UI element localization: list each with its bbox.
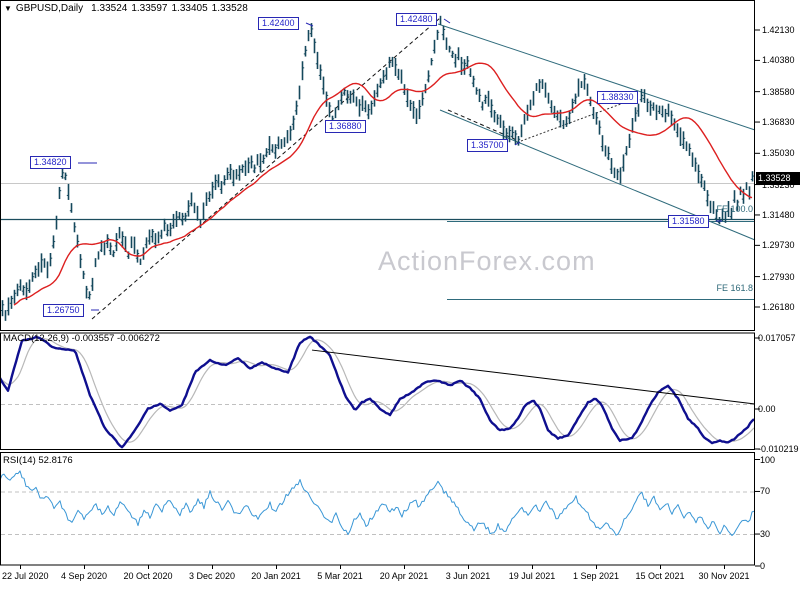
macd-axis-label: 0.00 [758, 404, 776, 414]
rsi-axis-label: 0 [760, 561, 766, 571]
fib-extension-label: FE 161.8 [716, 283, 753, 293]
date-axis-label: 19 Jul 2021 [508, 571, 556, 581]
price-axis-label: 1.36830 [762, 117, 795, 128]
ohlc-open: 1.33524 [91, 3, 128, 14]
price-annotation-box: 1.42400 [258, 17, 299, 30]
price-annotation-box: 1.26750 [43, 304, 84, 317]
rsi-panel-border[interactable] [0, 452, 755, 566]
price-axis-label: 1.27930 [762, 271, 795, 282]
date-axis-label: 1 Sep 2021 [572, 571, 620, 581]
date-axis-label: 30 Nov 2021 [698, 571, 750, 581]
chevron-down-icon[interactable]: ▼ [4, 4, 12, 13]
macd-axis-label: 0.017057 [758, 333, 796, 343]
price-axis-label: 1.33230 [762, 179, 795, 190]
rsi-axis-label: 30 [760, 529, 771, 540]
date-axis-label: 5 Mar 2021 [317, 571, 363, 581]
price-axis-label: 1.42130 [762, 25, 795, 35]
price-annotation-box: 1.35700 [467, 139, 508, 152]
date-axis-label: 20 Apr 2021 [379, 571, 429, 581]
main-panel-border[interactable] [0, 0, 755, 331]
price-annotation-box: 1.38330 [597, 91, 638, 104]
date-axis-label: 4 Sep 2020 [60, 571, 108, 581]
price-axis-label: 1.35030 [762, 148, 795, 159]
symbol-label: GBPUSD,Daily [15, 3, 84, 14]
macd-panel-border[interactable] [0, 332, 755, 450]
price-axis-label: 1.29730 [762, 240, 795, 251]
price-annotation-box: 1.31580 [668, 215, 709, 228]
rsi-panel-title: RSI(14) 52.8176 [3, 455, 73, 466]
ohlc-high: 1.33597 [131, 3, 168, 14]
price-axis-label: 1.26180 [762, 302, 795, 312]
macd-trendline [311, 349, 756, 405]
date-axis-label: 3 Jun 2021 [445, 571, 491, 581]
chart-header: ▼ GBPUSD,Daily 1.33524 1.33597 1.33405 1.3352… [4, 3, 252, 14]
chart-window: ▼ GBPUSD,Daily 1.33524 1.33597 1.33405 1.3352… [0, 0, 800, 600]
ohlc-low: 1.33405 [171, 3, 208, 14]
date-axis-label: 15 Oct 2021 [635, 571, 685, 581]
price-annotation-box: 1.36880 [325, 120, 366, 133]
price-axis-label: 1.38580 [762, 86, 795, 97]
fib-extension-label: FE 100.0 [716, 204, 753, 214]
date-axis-label: 3 Dec 2020 [188, 571, 236, 581]
macd-panel-title: MACD(12,26,9) -0.003557 -0.006272 [3, 333, 160, 344]
price-axis-label: 1.31480 [762, 209, 795, 220]
chart-canvas[interactable] [0, 0, 800, 600]
macd-axis-label: -0.010219 [758, 444, 799, 454]
rsi-line [0, 470, 755, 536]
price-annotation-box: 1.42480 [396, 13, 437, 26]
price-annotation-box: 1.34820 [30, 156, 71, 169]
price-axis-label: 1.40380 [762, 55, 795, 66]
date-axis-label: 20 Oct 2020 [123, 571, 173, 581]
label-connector [443, 18, 451, 24]
date-axis-label: 20 Jan 2021 [251, 571, 301, 581]
rsi-axis-label: 70 [760, 486, 771, 497]
watermark: ActionForex.com [378, 246, 596, 276]
rsi-axis-label: 100 [760, 454, 776, 465]
ohlc-close: 1.33528 [211, 3, 248, 14]
date-axis-label: 22 Jul 2020 [2, 571, 49, 581]
macd-line [0, 335, 755, 449]
